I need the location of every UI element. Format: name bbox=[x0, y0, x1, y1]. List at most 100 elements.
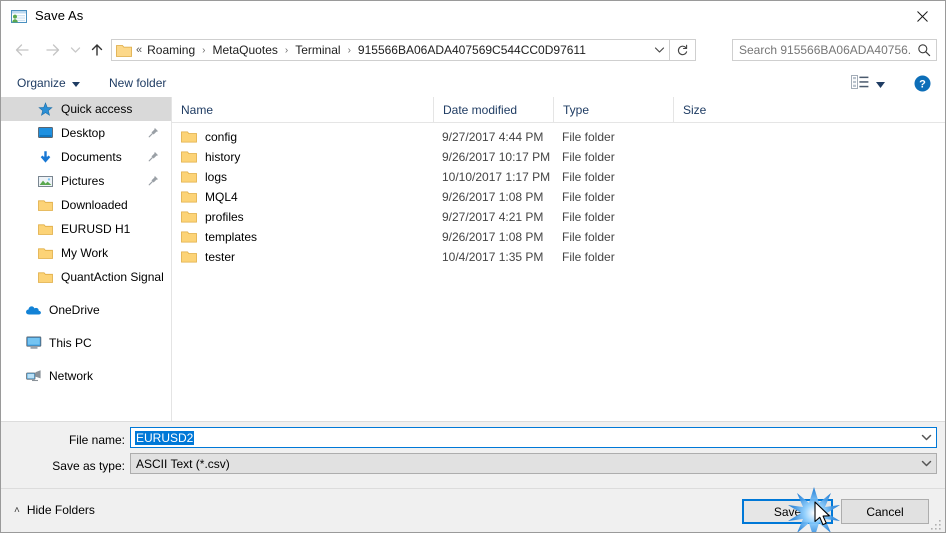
forward-button[interactable] bbox=[41, 38, 65, 62]
sidebar-item-desktop[interactable]: Desktop bbox=[1, 121, 171, 145]
sidebar-label: My Work bbox=[61, 246, 109, 260]
sidebar-item-this-pc[interactable]: This PC bbox=[1, 331, 171, 355]
chevron-down-icon bbox=[70, 47, 81, 53]
organize-button[interactable]: Organize bbox=[17, 74, 80, 92]
sidebar-item-downloaded[interactable]: Downloaded bbox=[1, 193, 171, 217]
table-row[interactable]: logs 10/10/2017 1:17 PM File folder bbox=[172, 167, 945, 187]
folder-icon bbox=[37, 245, 54, 262]
breadcrumb-separator[interactable]: › bbox=[285, 45, 288, 56]
thispc-icon bbox=[25, 335, 42, 352]
hide-folders-label: Hide Folders bbox=[26, 503, 95, 517]
table-row[interactable]: MQL4 9/26/2017 1:08 PM File folder bbox=[172, 187, 945, 207]
organize-label: Organize bbox=[17, 76, 66, 90]
new-folder-label: New folder bbox=[109, 76, 167, 90]
sidebar-item-quick-access[interactable]: Quick access bbox=[1, 97, 171, 121]
back-arrow-icon bbox=[15, 44, 29, 56]
pin-icon[interactable] bbox=[148, 175, 159, 186]
save-as-dialog: Save As « Roaming › MetaQuotes › Termina… bbox=[0, 0, 946, 533]
file-name-input[interactable]: EURUSD2 bbox=[130, 427, 937, 448]
refresh-button[interactable] bbox=[669, 40, 695, 60]
breadcrumb-terminal[interactable]: Terminal bbox=[293, 42, 342, 58]
file-date: 9/26/2017 10:17 PM bbox=[442, 150, 551, 164]
breadcrumb-separator[interactable]: › bbox=[348, 45, 351, 56]
file-type: File folder bbox=[562, 210, 615, 224]
file-name: MQL4 bbox=[205, 190, 238, 204]
chevron-up-icon: ˄ bbox=[14, 504, 20, 516]
sidebar-label: This PC bbox=[49, 336, 92, 350]
back-button[interactable] bbox=[10, 38, 34, 62]
file-name: profiles bbox=[205, 210, 244, 224]
column-header-date-modified[interactable]: Date modified bbox=[433, 97, 553, 122]
column-header-size[interactable]: Size bbox=[673, 97, 753, 122]
resize-grip-icon[interactable] bbox=[930, 519, 942, 531]
save-as-type-value: ASCII Text (*.csv) bbox=[136, 456, 230, 471]
hide-folders-button[interactable]: ˄ Hide Folders bbox=[14, 503, 95, 517]
search-icon[interactable] bbox=[912, 43, 936, 57]
table-row[interactable]: profiles 9/27/2017 4:21 PM File folder bbox=[172, 207, 945, 227]
sidebar-item-pictures[interactable]: Pictures bbox=[1, 169, 171, 193]
dialog-footer: ˄ Hide Folders Save Cancel bbox=[1, 488, 945, 532]
sidebar-item-quantaction-signal[interactable]: QuantAction Signal bbox=[1, 265, 171, 289]
pin-icon[interactable] bbox=[148, 127, 159, 138]
table-row[interactable]: config 9/27/2017 4:44 PM File folder bbox=[172, 127, 945, 147]
file-name-dropdown-button[interactable] bbox=[916, 428, 936, 447]
documents-icon bbox=[37, 149, 54, 166]
sidebar-label: QuantAction Signal bbox=[61, 270, 164, 284]
folder-icon bbox=[181, 230, 197, 244]
folder-icon bbox=[181, 250, 197, 264]
chevron-down-icon[interactable] bbox=[876, 77, 885, 91]
up-button[interactable] bbox=[85, 38, 109, 62]
save-as-type-select[interactable]: ASCII Text (*.csv) bbox=[130, 453, 937, 474]
breadcrumb-metaquotes[interactable]: MetaQuotes bbox=[211, 42, 280, 58]
search-box[interactable]: Search 915566BA06ADA40756... bbox=[732, 39, 937, 61]
close-button[interactable] bbox=[899, 1, 945, 32]
file-name: config bbox=[205, 130, 238, 144]
file-date: 9/27/2017 4:21 PM bbox=[442, 210, 544, 224]
folder-icon bbox=[181, 190, 197, 204]
help-button[interactable]: ? bbox=[914, 75, 931, 92]
search-input[interactable]: Search 915566BA06ADA40756... bbox=[739, 43, 912, 57]
folder-icon bbox=[37, 197, 54, 214]
details-view-icon[interactable] bbox=[851, 75, 869, 92]
file-list-pane: ˄ Name Date modified Type Size bbox=[172, 97, 945, 421]
sidebar-item-network[interactable]: Network bbox=[1, 364, 171, 388]
save-as-type-dropdown-button[interactable] bbox=[916, 454, 936, 473]
address-bar[interactable]: « Roaming › MetaQuotes › Terminal › 9155… bbox=[111, 39, 696, 61]
sidebar-item-eurusd-h1[interactable]: EURUSD H1 bbox=[1, 217, 171, 241]
save-button-label: Save bbox=[773, 504, 802, 519]
column-header-name[interactable]: ˄ Name bbox=[172, 97, 433, 122]
table-row[interactable]: tester 10/4/2017 1:35 PM File folder bbox=[172, 247, 945, 267]
table-row[interactable]: templates 9/26/2017 1:08 PM File folder bbox=[172, 227, 945, 247]
folder-icon bbox=[181, 130, 197, 144]
view-options-button[interactable] bbox=[851, 75, 885, 92]
column-header-type[interactable]: Type bbox=[553, 97, 673, 122]
file-date: 9/27/2017 4:44 PM bbox=[442, 130, 544, 144]
file-date: 10/4/2017 1:35 PM bbox=[442, 250, 544, 264]
close-icon bbox=[916, 11, 928, 22]
sidebar-item-onedrive[interactable]: OneDrive bbox=[1, 298, 171, 322]
cancel-button[interactable]: Cancel bbox=[841, 499, 929, 524]
breadcrumb-guid[interactable]: 915566BA06ADA407569C544CC0D97611 bbox=[356, 42, 588, 58]
pin-icon[interactable] bbox=[148, 151, 159, 162]
dialog-body: Quick access Desktop Documents Pictures … bbox=[1, 97, 945, 421]
save-button[interactable]: Save bbox=[742, 499, 833, 524]
folder-icon bbox=[37, 221, 54, 238]
cancel-button-label: Cancel bbox=[866, 504, 904, 519]
file-type: File folder bbox=[562, 150, 615, 164]
file-name-value[interactable]: EURUSD2 bbox=[135, 430, 195, 445]
breadcrumb-roaming[interactable]: Roaming bbox=[145, 42, 197, 58]
table-row[interactable]: history 9/26/2017 10:17 PM File folder bbox=[172, 147, 945, 167]
new-folder-button[interactable]: New folder bbox=[109, 74, 166, 92]
file-rows: config 9/27/2017 4:44 PM File folder his… bbox=[172, 123, 945, 267]
onedrive-icon bbox=[25, 302, 42, 319]
sidebar-item-documents[interactable]: Documents bbox=[1, 145, 171, 169]
star-icon bbox=[37, 101, 54, 118]
sidebar-label: Pictures bbox=[61, 174, 105, 188]
recent-locations-button[interactable] bbox=[67, 38, 84, 62]
sidebar-item-my-work[interactable]: My Work bbox=[1, 241, 171, 265]
svg-text:?: ? bbox=[919, 79, 926, 91]
file-type: File folder bbox=[562, 130, 615, 144]
address-dropdown-button[interactable] bbox=[649, 40, 669, 60]
breadcrumb-separator[interactable]: › bbox=[202, 45, 205, 56]
